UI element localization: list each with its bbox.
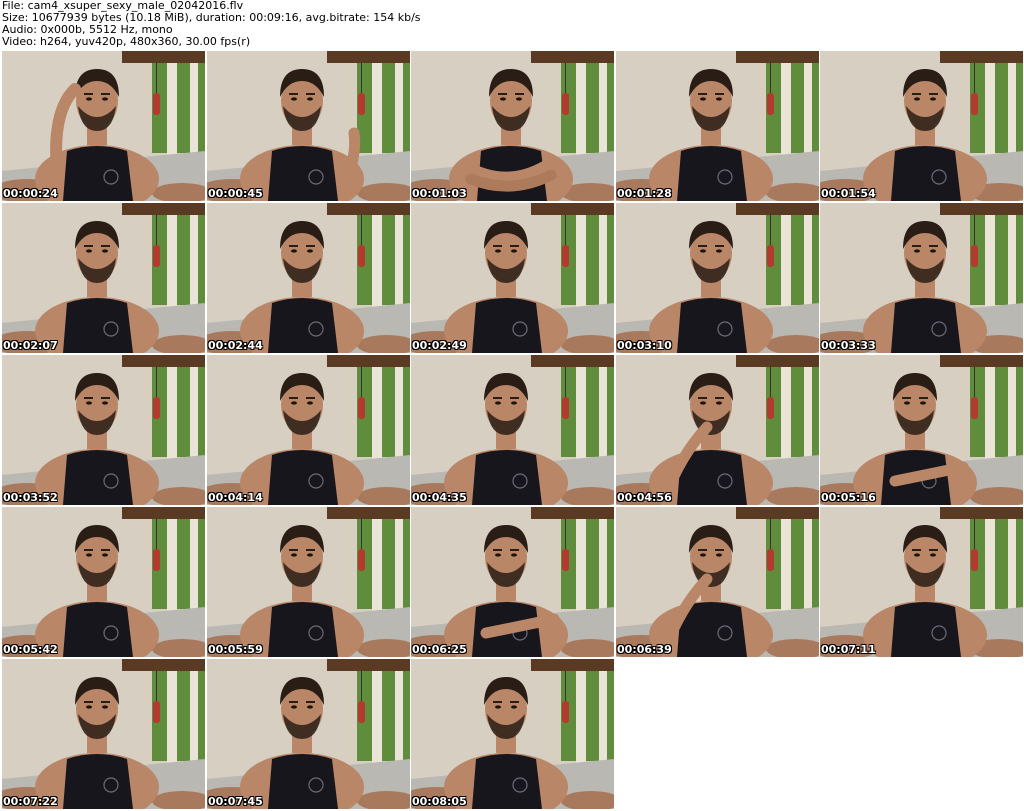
thumbnail-timestamp: 00:02:49 (412, 339, 467, 352)
thumbnail-timestamp: 00:07:11 (821, 643, 876, 656)
video-thumbnail: 00:05:59 (207, 507, 410, 657)
thumbnail-timestamp: 00:06:39 (617, 643, 672, 656)
video-frame (207, 507, 410, 657)
video-thumbnail: 00:07:11 (820, 507, 1023, 657)
thumbnail-timestamp: 00:07:22 (3, 795, 58, 808)
thumbnail-timestamp: 00:04:56 (617, 491, 672, 504)
video-thumbnail: 00:03:52 (2, 355, 205, 505)
video-frame (820, 355, 1023, 505)
video-frame (411, 203, 614, 353)
file-info-header: File: cam4_xsuper_sexy_male_02042016.flv… (2, 0, 1020, 50)
video-frame (207, 51, 410, 201)
thumbnail-timestamp: 00:05:16 (821, 491, 876, 504)
video-frame (207, 659, 410, 809)
video-info-line: Video: h264, yuv420p, 480x360, 30.00 fps… (2, 35, 251, 48)
video-thumbnail: 00:01:28 (616, 51, 819, 201)
video-thumbnail: 00:03:10 (616, 203, 819, 353)
video-frame (820, 203, 1023, 353)
thumbnail-timestamp: 00:04:35 (412, 491, 467, 504)
video-frame (616, 203, 819, 353)
video-thumbnail: 00:02:44 (207, 203, 410, 353)
video-thumbnail: 00:08:05 (411, 659, 614, 809)
thumbnail-timestamp: 00:03:52 (3, 491, 58, 504)
video-thumbnail: 00:04:56 (616, 355, 819, 505)
video-frame (411, 51, 614, 201)
thumbnail-timestamp: 00:00:24 (3, 187, 58, 200)
video-thumbnail: 00:02:49 (411, 203, 614, 353)
video-frame (2, 659, 205, 809)
thumbnail-timestamp: 00:03:10 (617, 339, 672, 352)
thumbnail-timestamp: 00:01:28 (617, 187, 672, 200)
video-thumbnail: 00:05:16 (820, 355, 1023, 505)
video-thumbnail: 00:01:03 (411, 51, 614, 201)
video-thumbnail: 00:06:25 (411, 507, 614, 657)
thumbnail-timestamp: 00:03:33 (821, 339, 876, 352)
video-thumbnail: 00:01:54 (820, 51, 1023, 201)
video-thumbnail: 00:00:45 (207, 51, 410, 201)
thumbnail-timestamp: 00:07:45 (208, 795, 263, 808)
video-frame (207, 355, 410, 505)
video-thumbnail: 00:06:39 (616, 507, 819, 657)
video-frame (2, 355, 205, 505)
video-frame (2, 51, 205, 201)
video-frame (207, 203, 410, 353)
video-frame (2, 203, 205, 353)
video-frame (616, 507, 819, 657)
video-frame (616, 355, 819, 505)
video-thumbnail: 00:05:42 (2, 507, 205, 657)
thumbnail-timestamp: 00:01:03 (412, 187, 467, 200)
video-thumbnail: 00:07:22 (2, 659, 205, 809)
thumbnail-timestamp: 00:01:54 (821, 187, 876, 200)
video-thumbnail: 00:00:24 (2, 51, 205, 201)
video-frame (616, 51, 819, 201)
thumbnail-timestamp: 00:04:14 (208, 491, 263, 504)
video-frame (411, 355, 614, 505)
thumbnail-grid: 00:00:24 00:00:45 00:01:03 00:01:28 00:01:54… (2, 51, 1023, 811)
thumbnail-timestamp: 00:08:05 (412, 795, 467, 808)
video-thumbnail: 00:03:33 (820, 203, 1023, 353)
video-thumbnail: 00:02:07 (2, 203, 205, 353)
video-frame (2, 507, 205, 657)
video-thumbnail: 00:07:45 (207, 659, 410, 809)
video-frame (820, 51, 1023, 201)
thumbnail-timestamp: 00:02:44 (208, 339, 263, 352)
thumbnail-timestamp: 00:05:59 (208, 643, 263, 656)
video-thumbnail: 00:04:14 (207, 355, 410, 505)
video-frame (411, 507, 614, 657)
thumbnail-timestamp: 00:00:45 (208, 187, 263, 200)
thumbnail-timestamp: 00:02:07 (3, 339, 58, 352)
thumbnail-timestamp: 00:05:42 (3, 643, 58, 656)
video-frame (411, 659, 614, 809)
thumbnail-timestamp: 00:06:25 (412, 643, 467, 656)
video-thumbnail: 00:04:35 (411, 355, 614, 505)
video-frame (820, 507, 1023, 657)
